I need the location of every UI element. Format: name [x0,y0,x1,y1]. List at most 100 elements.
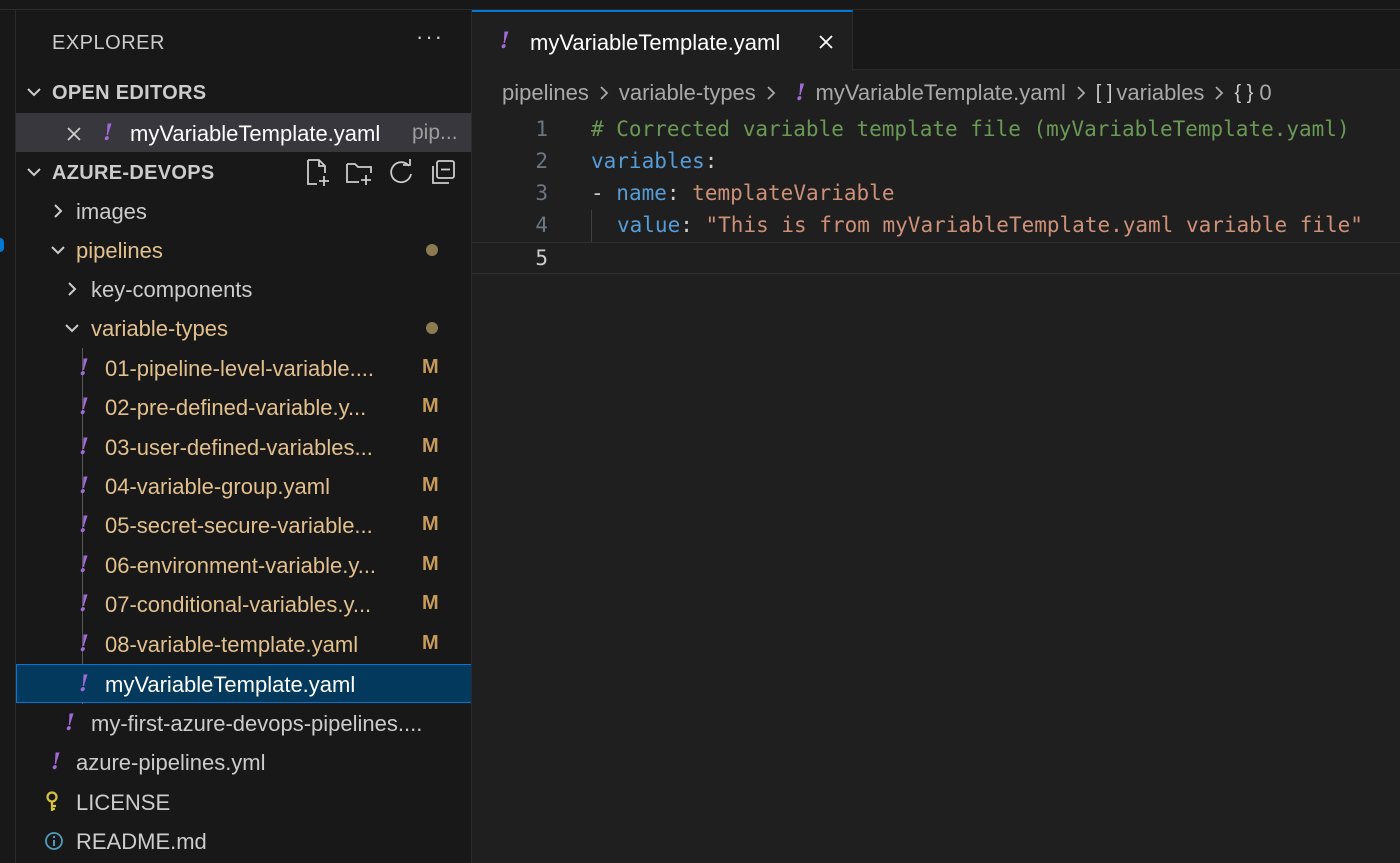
explorer-header: EXPLORER ··· [16,10,471,72]
tree-file-08[interactable]: ! 08-variable-template.yaml M [16,624,471,663]
yaml-file-icon: ! [500,28,510,54]
explorer-sidebar: EXPLORER ··· OPEN EDITORS ! myVariableTe… [16,10,472,863]
tree-file-05[interactable]: ! 05-secret-secure-variable... M [16,505,471,544]
open-editors-section-header[interactable]: OPEN EDITORS [16,73,471,111]
yaml-value: templateVariable [692,181,895,205]
tree-item-label: variable-types [91,316,228,341]
line-content: - name: templateVariable [591,181,894,205]
code-line: 2 variables: [472,146,1400,178]
breadcrumb-folder[interactable]: variable-types [619,80,756,106]
tree-file-06[interactable]: ! 06-environment-variable.y... M [16,545,471,584]
open-editor-filename: myVariableTemplate.yaml [130,121,381,146]
tree-file-my-first-pipelines[interactable]: ! my-first-azure-devops-pipelines.... [16,703,471,742]
chevron-down-icon [65,324,79,333]
line-content: variables: [591,149,717,173]
git-status-badge: M [422,592,439,614]
tree-item-label: myVariableTemplate.yaml [105,672,356,697]
tree-item-label: LICENSE [76,790,171,815]
yaml-file-icon: ! [79,434,89,460]
line-number: 2 [535,149,548,173]
breadcrumb-symbol[interactable]: variables [1116,80,1204,106]
tree-file-azure-pipelines[interactable]: ! azure-pipelines.yml [16,742,471,781]
tree-item-label: key-components [91,277,253,302]
yaml-file-icon: ! [79,552,89,578]
yaml-file-icon: ! [103,120,113,146]
yaml-key: value [617,213,681,237]
code-line: 4 value: "This is from myVariableTemplat… [472,210,1400,242]
yaml-file-icon: ! [79,394,89,420]
collapse-all-icon[interactable] [428,157,458,187]
tree-item-label: 05-secret-secure-variable... [105,513,373,538]
tree-folder-pipelines[interactable]: pipelines [16,230,471,269]
close-icon[interactable] [816,32,836,52]
window-top-border [0,0,1400,10]
yaml-punctuation: : [666,181,693,205]
tree-file-license[interactable]: LICENSE [16,782,471,821]
yaml-file-icon: ! [79,473,89,499]
tree-item-label: 08-variable-template.yaml [105,632,359,657]
activity-indicator [0,238,4,252]
chevron-right-icon [767,86,776,100]
code-line-current: 5 [472,242,1400,274]
yaml-file-icon: ! [51,749,61,775]
breadcrumb-file[interactable]: myVariableTemplate.yaml [815,80,1065,106]
open-editors-label: OPEN EDITORS [52,82,207,104]
yaml-value: "This is from myVariableTemplate.yaml va… [705,213,1363,237]
array-icon: [ ] [1095,81,1113,104]
yaml-dash: - [591,181,617,205]
info-icon [45,832,63,850]
tree-file-03[interactable]: ! 03-user-defined-variables... M [16,427,471,466]
new-file-icon[interactable] [302,157,332,187]
close-icon[interactable] [64,123,84,145]
yaml-punctuation: : [704,149,718,173]
yaml-key: name [616,181,667,205]
chevron-right-icon [54,204,63,218]
tree-folder-key-components[interactable]: key-components [16,269,471,308]
tree-file-readme[interactable]: README.md [16,821,471,860]
modified-dot [426,322,438,334]
open-editor-item[interactable]: ! myVariableTemplate.yaml pip... [16,113,471,152]
tree-file-02[interactable]: ! 02-pre-defined-variable.y... M [16,387,471,426]
tree-file-01[interactable]: ! 01-pipeline-level-variable.... M [16,348,471,387]
tree-item-label: my-first-azure-devops-pipelines.... [91,711,423,736]
workspace-label: AZURE-DEVOPS [52,162,215,184]
yaml-file-icon: ! [79,591,89,617]
activity-bar [0,10,16,863]
tree-item-label: 04-variable-group.yaml [105,474,330,499]
yaml-file-icon: ! [79,631,89,657]
tree-item-label: README.md [76,829,207,854]
tree-file-04[interactable]: ! 04-variable-group.yaml M [16,466,471,505]
tree-item-label: 02-pre-defined-variable.y... [105,395,367,420]
chevron-right-icon [1077,86,1085,100]
new-folder-icon[interactable] [344,157,374,187]
editor-tab-active[interactable]: ! myVariableTemplate.yaml [472,10,853,71]
line-number: 1 [535,117,548,141]
tree-file-myvariabletemplate[interactable]: ! myVariableTemplate.yaml [16,664,471,703]
breadcrumb-symbol[interactable]: 0 [1259,80,1271,106]
modified-dot [426,244,438,256]
tree-item-label: 01-pipeline-level-variable.... [105,356,375,381]
workspace-section-header[interactable]: AZURE-DEVOPS [16,153,471,191]
yaml-file-icon: ! [795,80,806,106]
yaml-comment: # Corrected variable template file (myVa… [591,117,1350,141]
tree-item-label: 03-user-defined-variables... [105,435,373,460]
tree-folder-variable-types[interactable]: variable-types [16,308,471,347]
refresh-icon[interactable] [386,157,416,187]
open-editor-description: pip... [412,121,458,144]
tree-file-07[interactable]: ! 07-conditional-variables.y... M [16,584,471,623]
tree-item-label: 06-environment-variable.y... [105,553,377,578]
tree-item-label: azure-pipelines.yml [76,750,266,775]
yaml-punctuation: : [680,213,706,237]
breadcrumb: pipelines variable-types ! myVariableTem… [502,78,1272,108]
key-icon [46,791,58,811]
git-status-badge: M [422,474,439,496]
tree-folder-images[interactable]: images [16,191,471,230]
more-actions-icon[interactable]: ··· [416,24,444,50]
git-status-badge: M [422,553,439,575]
chevron-down-icon [27,88,41,97]
yaml-file-icon: ! [79,355,89,381]
editor-area: ! myVariableTemplate.yaml pipelines vari… [472,10,1400,863]
breadcrumb-folder[interactable]: pipelines [502,80,589,106]
workspace-actions [302,157,458,187]
line-number: 5 [535,246,548,270]
